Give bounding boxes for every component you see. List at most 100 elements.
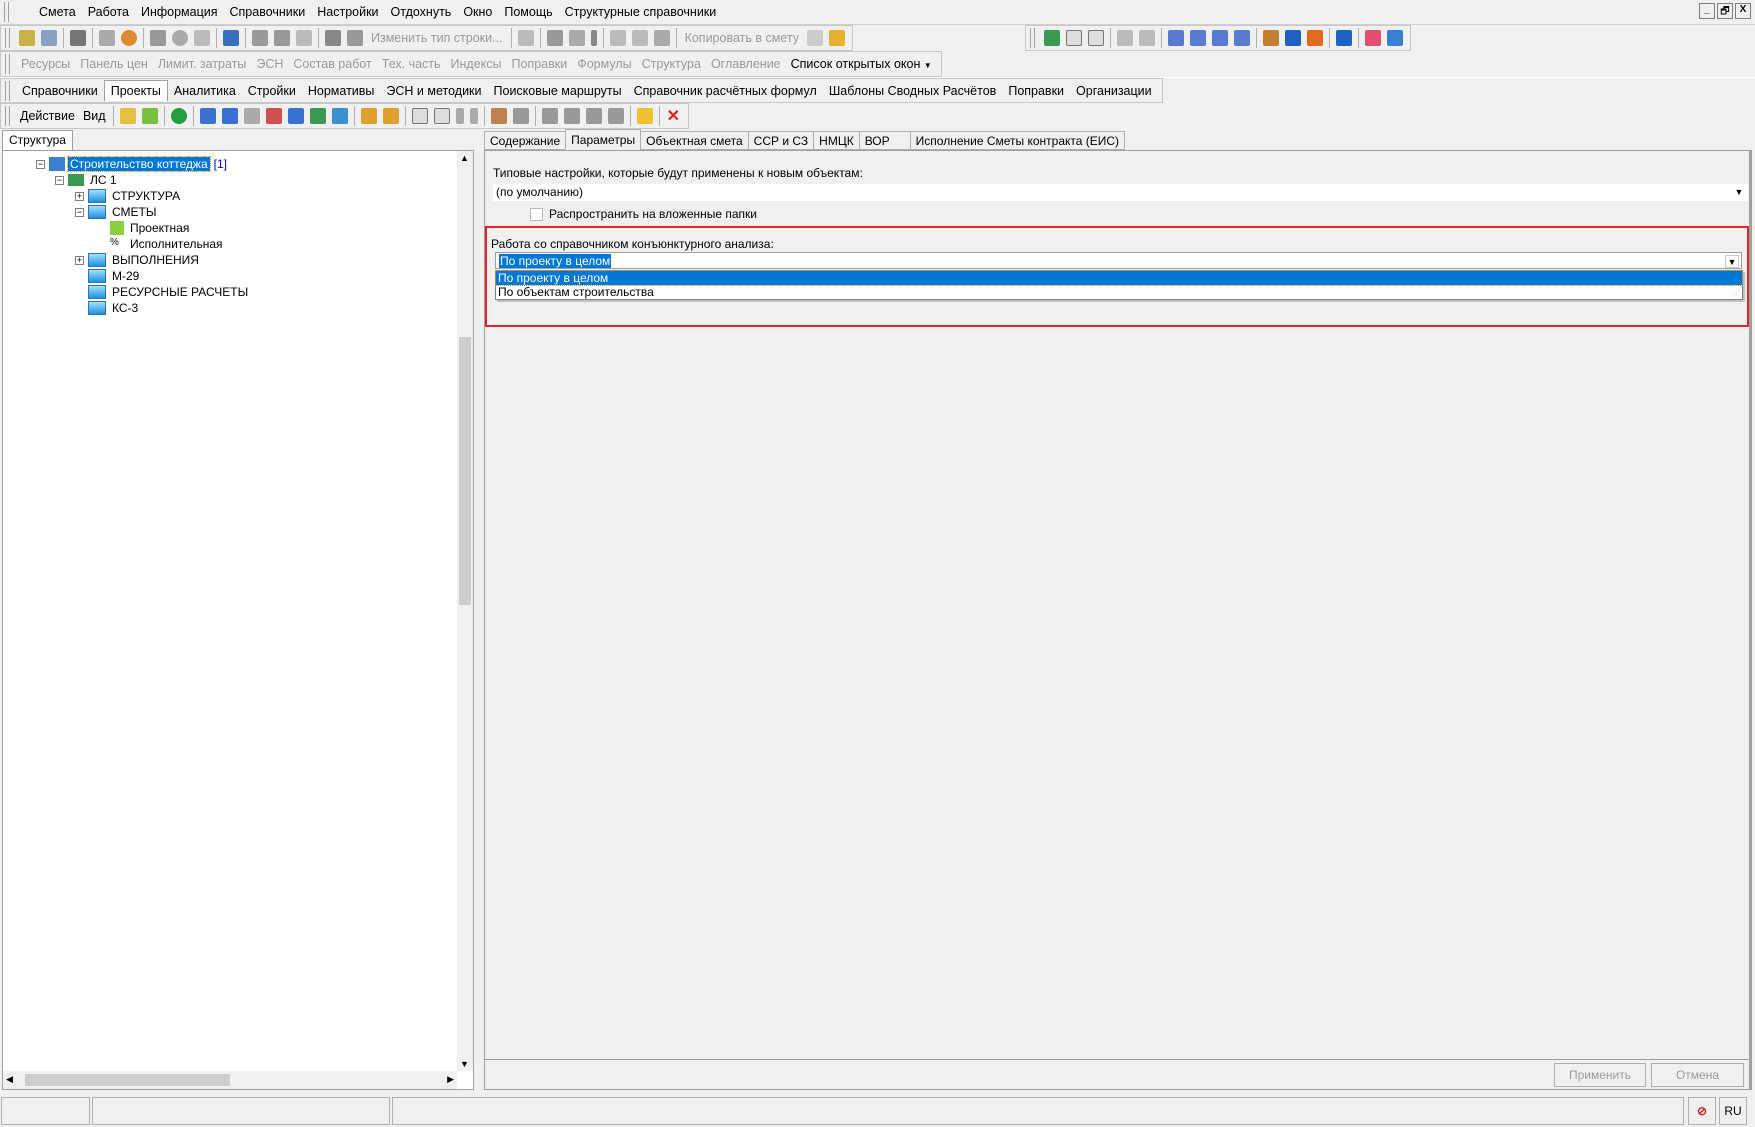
scroll-right-icon[interactable]: ▶ xyxy=(447,1074,454,1085)
house-icon[interactable] xyxy=(360,108,377,124)
menu-help[interactable]: Помощь xyxy=(498,5,558,19)
cancel-button[interactable]: Отмена xyxy=(1651,1063,1744,1087)
copy-to-estimate-button[interactable]: Копировать в смету xyxy=(680,31,804,45)
percent-doc-icon[interactable] xyxy=(541,108,558,124)
tab-formula-directory[interactable]: Справочник расчётных формул xyxy=(628,81,823,101)
refresh-icon[interactable] xyxy=(172,30,188,46)
menu-grip[interactable] xyxy=(4,2,9,22)
tree-delete-icon[interactable] xyxy=(1139,30,1155,46)
book-settings-icon[interactable] xyxy=(1044,30,1060,46)
change-row-type-button[interactable]: Изменить тип строки... xyxy=(366,31,508,45)
tab-vor[interactable]: ВОР xyxy=(858,131,911,150)
esn-button[interactable]: ЭСН xyxy=(251,57,288,71)
tree-insert-icon[interactable] xyxy=(41,30,57,46)
search-icon[interactable] xyxy=(121,30,137,46)
copy-doc-icon[interactable] xyxy=(806,30,823,46)
building-blue-icon[interactable] xyxy=(221,108,238,124)
toolbar-grip[interactable] xyxy=(5,54,10,74)
fz-icon[interactable] xyxy=(607,108,624,124)
scroll-up-icon[interactable]: ▲ xyxy=(460,153,469,163)
copy-row-icon[interactable] xyxy=(568,30,585,46)
truck-icon[interactable] xyxy=(1285,30,1301,46)
row-add-icon[interactable] xyxy=(252,30,268,46)
tab-summary-templates[interactable]: Шаблоны Сводных Расчётов xyxy=(823,81,1003,101)
structure-tab[interactable]: Структура xyxy=(2,130,73,150)
scroll-left-icon[interactable]: ◀ xyxy=(6,1074,13,1085)
scroll-down-icon[interactable]: ▼ xyxy=(460,1059,469,1069)
expand-icon[interactable]: + xyxy=(75,191,84,201)
scrollbar-thumb[interactable] xyxy=(459,337,471,605)
tree-node-project[interactable]: − Строительство коттеджа [1] xyxy=(36,156,227,172)
menu-window[interactable]: Окно xyxy=(457,5,498,19)
tree-node-design[interactable]: Проектная xyxy=(110,220,189,236)
bricks-icon[interactable] xyxy=(1307,30,1323,46)
tree-node-resources[interactable]: РЕСУРСНЫЕ РАСЧЕТЫ xyxy=(88,284,248,300)
menu-struct-directories[interactable]: Структурные справочники xyxy=(559,5,723,19)
collapse-icon[interactable]: − xyxy=(36,159,45,169)
cut-icon[interactable] xyxy=(609,30,626,46)
percent-icon[interactable] xyxy=(512,108,529,124)
apply-button[interactable]: Применить xyxy=(1554,1063,1646,1087)
collapse-icon[interactable]: − xyxy=(55,175,64,185)
tools-icon[interactable] xyxy=(1263,30,1279,46)
doc-pr-icon[interactable] xyxy=(1088,30,1104,46)
paste-icon[interactable] xyxy=(653,30,670,46)
tree-node-executive[interactable]: % Исполнительная xyxy=(110,236,223,252)
work-composition-button[interactable]: Состав работ xyxy=(288,57,376,71)
folder-remove-icon[interactable] xyxy=(141,108,158,124)
collapse-icon[interactable]: − xyxy=(75,207,84,217)
arrow-up-icon[interactable] xyxy=(455,108,464,124)
tab-search-routes[interactable]: Поисковые маршруты xyxy=(488,81,628,101)
undo-icon[interactable] xyxy=(194,30,210,46)
contents-button[interactable]: Оглавление xyxy=(706,57,786,71)
restore-button[interactable]: 🗗 xyxy=(1717,3,1733,19)
settings-icon[interactable] xyxy=(325,30,341,46)
tab-contents[interactable]: Содержание xyxy=(484,131,567,150)
vertical-scrollbar[interactable]: ▲ ▼ xyxy=(457,151,473,1071)
defaults-select[interactable]: (по умолчанию) ▼ xyxy=(493,184,1748,201)
book-transfer-icon[interactable] xyxy=(331,108,348,124)
books-red-icon[interactable] xyxy=(1365,30,1381,46)
tab-ssr[interactable]: ССР и СЗ xyxy=(747,131,815,150)
truck-load-icon[interactable] xyxy=(1336,30,1352,46)
tab-parameters[interactable]: Параметры xyxy=(565,129,642,150)
analysis-select[interactable]: По проекту в целом ▼ xyxy=(495,252,1742,269)
action-menu[interactable]: Действие xyxy=(16,109,79,123)
menu-info[interactable]: Информация xyxy=(135,5,224,19)
grid-icon[interactable] xyxy=(347,30,363,46)
clipboard-icon[interactable] xyxy=(828,30,845,46)
copy-icon[interactable] xyxy=(631,30,648,46)
doc-pr-icon[interactable] xyxy=(433,108,450,124)
building-icon[interactable] xyxy=(199,108,216,124)
resize-grip-icon[interactable]: ⋰ xyxy=(1732,289,1740,298)
tech-part-button[interactable]: Тех. часть xyxy=(377,57,446,71)
tree-add-icon[interactable] xyxy=(19,30,35,46)
corrections-button[interactable]: Поправки xyxy=(507,57,573,71)
building-edit-icon[interactable] xyxy=(265,108,282,124)
tab-esn-methods[interactable]: ЭСН и методики xyxy=(380,81,487,101)
tab-projects[interactable]: Проекты xyxy=(103,80,168,101)
excel-icon[interactable] xyxy=(70,30,86,46)
rr-icon[interactable] xyxy=(585,108,602,124)
tree-node-estimates[interactable]: − СМЕТЫ xyxy=(75,204,156,220)
doc-p-icon[interactable] xyxy=(411,108,428,124)
indent-icon[interactable] xyxy=(1168,30,1184,46)
resources-button[interactable]: Ресурсы xyxy=(16,57,75,71)
toolbar-grip[interactable] xyxy=(5,106,10,126)
building-copy-icon[interactable] xyxy=(287,108,304,124)
tree-node-structure[interactable]: + СТРУКТУРА xyxy=(75,188,180,204)
tree-node-ks3[interactable]: КС-3 xyxy=(88,300,138,316)
option-by-objects[interactable]: По объектам строительства xyxy=(496,285,1742,299)
limit-costs-button[interactable]: Лимит. затраты xyxy=(153,57,252,71)
view-menu[interactable]: Вид xyxy=(79,109,110,123)
tab-directories[interactable]: Справочники xyxy=(16,81,104,101)
tree-edit-icon[interactable] xyxy=(1117,30,1133,46)
move-down-icon[interactable] xyxy=(1212,30,1228,46)
toolbar-grip[interactable] xyxy=(5,80,10,101)
tab-norms[interactable]: Нормативы xyxy=(302,81,381,101)
tree-node-ls1[interactable]: − ЛС 1 xyxy=(55,172,117,188)
save-icon[interactable] xyxy=(150,30,166,46)
move-in-icon[interactable] xyxy=(1234,30,1250,46)
delete-icon[interactable] xyxy=(517,30,534,46)
toolbar-grip[interactable] xyxy=(5,28,10,48)
